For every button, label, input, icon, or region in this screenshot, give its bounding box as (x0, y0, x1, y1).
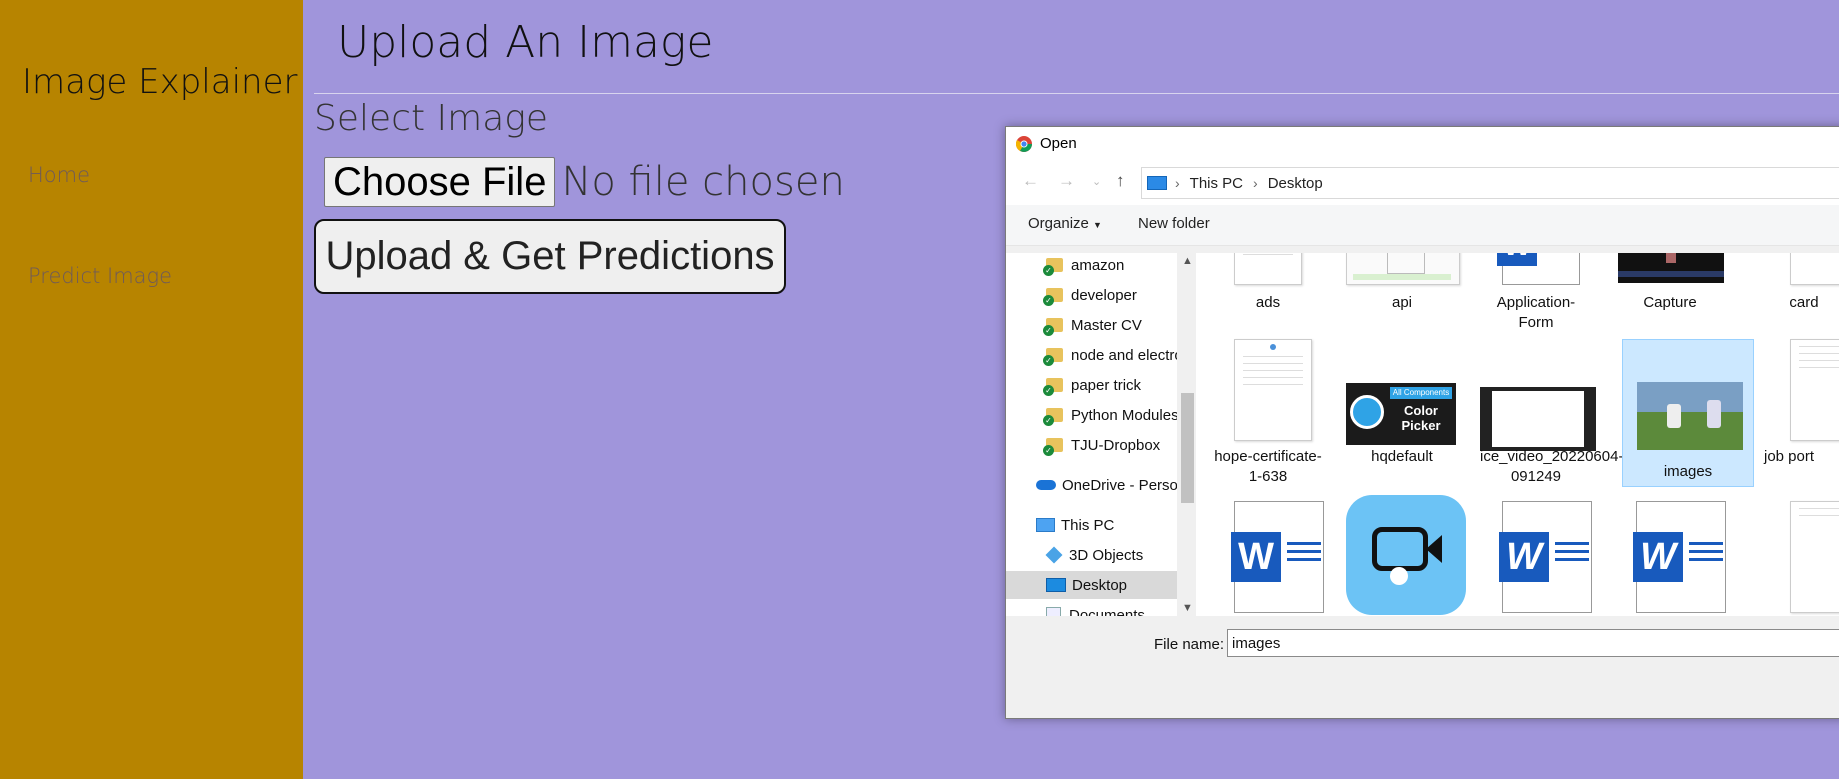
file-input: Choose File No file chosen (324, 157, 845, 207)
folder-icon: ✓ (1043, 318, 1063, 336)
nav-item-paper-trick[interactable]: ✓ paper trick (1043, 371, 1141, 399)
back-arrow-icon[interactable]: ← (1022, 171, 1039, 191)
document-thumbnail (1790, 339, 1839, 441)
folder-icon: ✓ (1043, 438, 1063, 456)
image-thumbnail (1618, 253, 1724, 283)
file-item-images[interactable]: images (1622, 339, 1754, 487)
file-item-hope-certificate[interactable]: hope-certificate-1-638 (1212, 339, 1324, 485)
file-item-capture[interactable]: Capture (1614, 253, 1726, 329)
nav-link-home[interactable]: Home (28, 163, 90, 187)
image-thumbnail (1637, 382, 1743, 450)
open-file-dialog: Open ← → ⌄ ↑ › This PC › Desktop Organiz… (1005, 126, 1839, 719)
word-document-icon: W (1633, 501, 1726, 613)
up-arrow-icon[interactable]: ↑ (1116, 171, 1125, 191)
select-image-label: Select Image (314, 98, 548, 139)
onedrive-cloud-icon (1036, 480, 1056, 490)
folder-icon: ✓ (1043, 258, 1063, 276)
nav-item-3d-objects[interactable]: 3D Objects (1045, 541, 1143, 569)
folder-icon: ✓ (1043, 408, 1063, 426)
nav-item-amazon[interactable]: ✓ amazon (1043, 253, 1124, 279)
page-title: Upload An Image (337, 17, 714, 68)
recent-chevron-icon[interactable]: ⌄ (1092, 175, 1101, 188)
image-thumbnail (1346, 253, 1460, 285)
file-name-label: File name: (1154, 636, 1225, 653)
scroll-up-icon[interactable]: ▲ (1182, 255, 1193, 267)
file-item-job-portal[interactable]: job port (1760, 339, 1839, 485)
nav-item-developer[interactable]: ✓ developer (1043, 281, 1137, 309)
file-item-ads[interactable]: ads (1212, 253, 1324, 329)
word-document-icon: W (1499, 501, 1592, 613)
document-thumbnail (1234, 253, 1302, 285)
dropdown-caret-icon: ▼ (1093, 220, 1102, 230)
organize-button[interactable]: Organize ▼ (1028, 215, 1102, 232)
file-name-row: File name: (1006, 624, 1839, 664)
file-item-card[interactable]: card (1748, 253, 1839, 329)
document-thumbnail (1234, 339, 1312, 441)
file-item-api[interactable]: api (1346, 253, 1460, 329)
nav-item-desktop[interactable]: Desktop (1006, 571, 1177, 599)
nav-item-this-pc[interactable]: This PC (1036, 511, 1114, 539)
file-item-word-doc-2[interactable]: W (1480, 493, 1592, 616)
forward-arrow-icon[interactable]: → (1058, 171, 1075, 191)
desktop-icon (1046, 578, 1066, 592)
navigation-pane: ✓ amazon ✓ developer ✓ Master CV ✓ node and … (1006, 253, 1177, 616)
video-camera-app-icon (1346, 495, 1466, 615)
scroll-thumb[interactable] (1181, 393, 1194, 503)
nav-item-documents[interactable]: Documents (1046, 601, 1145, 616)
video-thumbnail (1480, 387, 1596, 451)
dialog-titlebar: Open (1006, 127, 1839, 159)
documents-icon (1046, 606, 1061, 616)
file-name-input[interactable] (1227, 629, 1839, 657)
file-item-video-app[interactable] (1346, 493, 1466, 616)
image-thumbnail: All Components Color Picker (1346, 383, 1456, 445)
nav-item-python-modules[interactable]: ✓ Python Modules (1043, 401, 1177, 429)
sidebar: Image Explainer Home Predict Image (0, 0, 303, 779)
folder-icon: ✓ (1043, 378, 1063, 396)
title-divider (314, 93, 1839, 94)
breadcrumb-desktop[interactable]: Desktop (1268, 175, 1323, 192)
folder-icon: ✓ (1043, 288, 1063, 306)
no-file-text: No file chosen (561, 159, 845, 205)
file-item-application-form[interactable]: W Application-Form (1480, 253, 1592, 347)
document-thumbnail (1790, 501, 1839, 613)
upload-predict-button[interactable]: Upload & Get Predictions (314, 219, 786, 294)
folder-icon: ✓ (1043, 348, 1063, 366)
nav-item-node-and-electron[interactable]: ✓ node and electro (1043, 341, 1177, 369)
nav-link-predict-image[interactable]: Predict Image (28, 264, 172, 288)
word-document-icon: W (1497, 253, 1580, 285)
nav-scrollbar[interactable]: ▲ ▼ (1179, 253, 1196, 616)
file-item-doc-4[interactable] (1756, 493, 1839, 616)
document-thumbnail (1790, 253, 1839, 285)
dialog-title: Open (1040, 135, 1077, 152)
choose-file-button[interactable]: Choose File (324, 157, 556, 207)
address-row: ← → ⌄ ↑ › This PC › Desktop (1006, 159, 1839, 205)
nav-item-onedrive[interactable]: OneDrive - Person (1036, 471, 1177, 499)
file-item-ice-video[interactable]: ice_video_20220604-091249 (1480, 339, 1623, 485)
3d-objects-icon (1045, 546, 1063, 564)
nav-item-master-cv[interactable]: ✓ Master CV (1043, 311, 1142, 339)
file-item-word-doc-1[interactable]: W (1212, 493, 1324, 616)
dialog-toolbar: Organize ▼ New folder (1006, 205, 1839, 246)
file-item-hqdefault[interactable]: All Components Color Picker hqdefault (1346, 339, 1458, 485)
nav-item-tju-dropbox[interactable]: ✓ TJU-Dropbox (1043, 431, 1160, 459)
scroll-down-icon[interactable]: ▼ (1182, 602, 1193, 614)
file-item-word-doc-3[interactable]: W (1614, 493, 1726, 616)
brand-title: Image Explainer (22, 62, 298, 102)
address-bar[interactable]: › This PC › Desktop (1141, 167, 1839, 199)
new-folder-button[interactable]: New folder (1138, 215, 1210, 232)
this-pc-icon (1036, 518, 1055, 532)
word-document-icon: W (1231, 501, 1324, 613)
breadcrumb-this-pc[interactable]: This PC (1190, 175, 1243, 192)
this-pc-icon (1147, 176, 1167, 190)
chrome-icon (1016, 136, 1032, 152)
file-grid: ads api W Application-Form Capture card (1196, 253, 1839, 616)
